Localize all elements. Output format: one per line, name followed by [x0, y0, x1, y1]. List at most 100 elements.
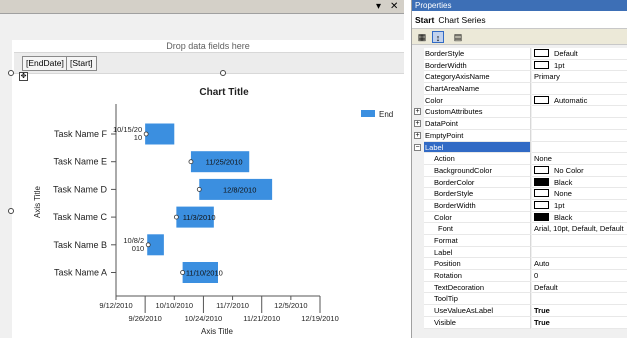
data-label[interactable]: 010	[132, 244, 145, 253]
property-row[interactable]: + CustomAttributes	[412, 106, 627, 119]
property-name[interactable]: BorderStyle	[424, 188, 531, 200]
object-selector[interactable]: Start Chart Series	[412, 11, 627, 29]
x-tick-label[interactable]: 11/7/2010	[216, 301, 249, 310]
property-row[interactable]: + EmptyPoint	[412, 129, 627, 142]
property-name[interactable]: ChartAreaName	[424, 83, 531, 95]
property-row[interactable]: TextDecoration Default	[412, 281, 627, 294]
property-name[interactable]: CategoryAxisName	[424, 71, 531, 84]
property-row[interactable]: BorderStyle Default	[412, 48, 627, 60]
property-value[interactable]: 1pt	[532, 199, 627, 212]
property-row[interactable]: Color Black	[412, 211, 627, 224]
label-anchor-point[interactable]	[196, 186, 202, 192]
property-value[interactable]	[532, 141, 627, 154]
property-name[interactable]: CustomAttributes	[424, 106, 531, 119]
property-row[interactable]: +FontArial, 10pt, Default, Default	[412, 223, 627, 235]
gantt-bar[interactable]	[145, 123, 175, 145]
property-value[interactable]: None	[532, 188, 627, 200]
property-value[interactable]	[532, 293, 627, 306]
x-tick-label[interactable]: 12/5/2010	[274, 301, 307, 310]
property-value[interactable]	[532, 235, 627, 247]
x-tick-label[interactable]: 10/24/2010	[185, 314, 223, 323]
chart-title[interactable]: Chart Title	[199, 87, 249, 98]
property-row[interactable]: Position Auto	[412, 258, 627, 271]
label-anchor-point[interactable]	[145, 242, 151, 248]
expand-icon[interactable]: +	[414, 131, 421, 139]
property-row[interactable]: Label	[412, 246, 627, 259]
property-name[interactable]: Color	[424, 211, 531, 224]
property-row[interactable]: BorderWidth 1pt	[412, 199, 627, 212]
legend-entry[interactable]: End	[379, 110, 393, 119]
property-row[interactable]: − Label	[412, 141, 627, 154]
property-name[interactable]: Format	[424, 235, 531, 247]
label-anchor-point[interactable]	[188, 159, 194, 165]
property-row[interactable]: BorderColor Black	[412, 176, 627, 189]
property-value[interactable]: No Color	[532, 164, 627, 177]
category-label[interactable]: Task Name F	[54, 129, 108, 139]
alphabetical-sort-icon[interactable]: ↕	[432, 31, 444, 43]
property-name[interactable]: BorderWidth	[424, 199, 531, 212]
property-value[interactable]	[532, 246, 627, 259]
x-tick-label[interactable]: 9/12/2010	[99, 301, 132, 310]
property-value[interactable]: Arial, 10pt, Default, Default	[532, 223, 627, 235]
expand-icon[interactable]: +	[414, 120, 421, 128]
property-value[interactable]: True	[532, 305, 627, 317]
property-row[interactable]: BorderStyle None	[412, 188, 627, 200]
property-value[interactable]: Automatic	[532, 94, 627, 107]
property-value[interactable]	[532, 129, 627, 142]
label-anchor-point[interactable]	[143, 131, 149, 137]
property-row[interactable]: ChartAreaName	[412, 83, 627, 95]
property-row[interactable]: Visible True	[412, 316, 627, 329]
property-name[interactable]: Color	[424, 94, 531, 107]
category-label[interactable]: Task Name B	[53, 240, 107, 250]
label-anchor-point[interactable]	[180, 270, 186, 275]
property-name[interactable]: EmptyPoint	[424, 129, 531, 142]
x-tick-label[interactable]: 9/26/2010	[128, 314, 161, 323]
property-pages-icon[interactable]: ▤	[452, 31, 464, 43]
data-label[interactable]: 12/8/2010	[223, 185, 256, 194]
data-label[interactable]: 10	[134, 133, 142, 142]
x-axis-title[interactable]: Axis Title	[201, 327, 234, 336]
property-name[interactable]: Action	[424, 153, 531, 165]
category-label[interactable]: Task Name C	[53, 212, 108, 222]
property-row[interactable]: BorderWidth 1pt	[412, 59, 627, 72]
x-tick-label[interactable]: 10/10/2010	[156, 301, 194, 310]
property-row[interactable]: Action None	[412, 153, 627, 165]
property-row[interactable]: BackgroundColor No Color	[412, 164, 627, 177]
property-value[interactable]: Default	[532, 281, 627, 294]
property-value[interactable]: Default	[532, 48, 627, 60]
property-name[interactable]: TextDecoration	[424, 281, 531, 294]
property-value[interactable]: Black	[532, 176, 627, 189]
collapse-icon[interactable]: −	[414, 143, 421, 151]
property-value[interactable]: True	[532, 316, 627, 329]
property-name[interactable]: BorderWidth	[424, 59, 531, 72]
property-row[interactable]: Format	[412, 235, 627, 247]
property-row[interactable]: CategoryAxisName Primary	[412, 71, 627, 84]
data-label[interactable]: 11/10/2010	[186, 269, 223, 278]
property-name[interactable]: Position	[424, 258, 531, 271]
property-name[interactable]: Visible	[424, 316, 531, 329]
property-name[interactable]: BorderStyle	[424, 48, 531, 60]
property-row[interactable]: + DataPoint	[412, 118, 627, 130]
property-name[interactable]: Rotation	[424, 270, 531, 282]
property-name[interactable]: BackgroundColor	[424, 164, 531, 177]
property-row[interactable]: Color Automatic	[412, 94, 627, 107]
y-axis-title[interactable]: Axis Title	[33, 185, 42, 218]
property-row[interactable]: Rotation 0	[412, 270, 627, 282]
property-value[interactable]	[532, 83, 627, 95]
data-label[interactable]: 11/3/2010	[183, 213, 216, 222]
property-value[interactable]: None	[532, 153, 627, 165]
property-name[interactable]: ToolTip	[424, 293, 531, 306]
property-name[interactable]: DataPoint	[424, 118, 531, 130]
label-anchor-point[interactable]	[173, 214, 179, 220]
property-value[interactable]	[532, 106, 627, 119]
property-name[interactable]: UseValueAsLabel	[424, 305, 531, 317]
property-name[interactable]: Font	[424, 223, 531, 235]
property-row[interactable]: UseValueAsLabel True	[412, 305, 627, 317]
expand-icon[interactable]: +	[414, 108, 421, 116]
property-value[interactable]: Auto	[532, 258, 627, 271]
property-name[interactable]: BorderColor	[424, 176, 531, 189]
category-label[interactable]: Task Name A	[54, 268, 107, 278]
property-value[interactable]: Primary	[532, 71, 627, 84]
categorized-icon[interactable]: ▦	[416, 31, 428, 43]
property-name[interactable]: Label	[424, 141, 531, 154]
